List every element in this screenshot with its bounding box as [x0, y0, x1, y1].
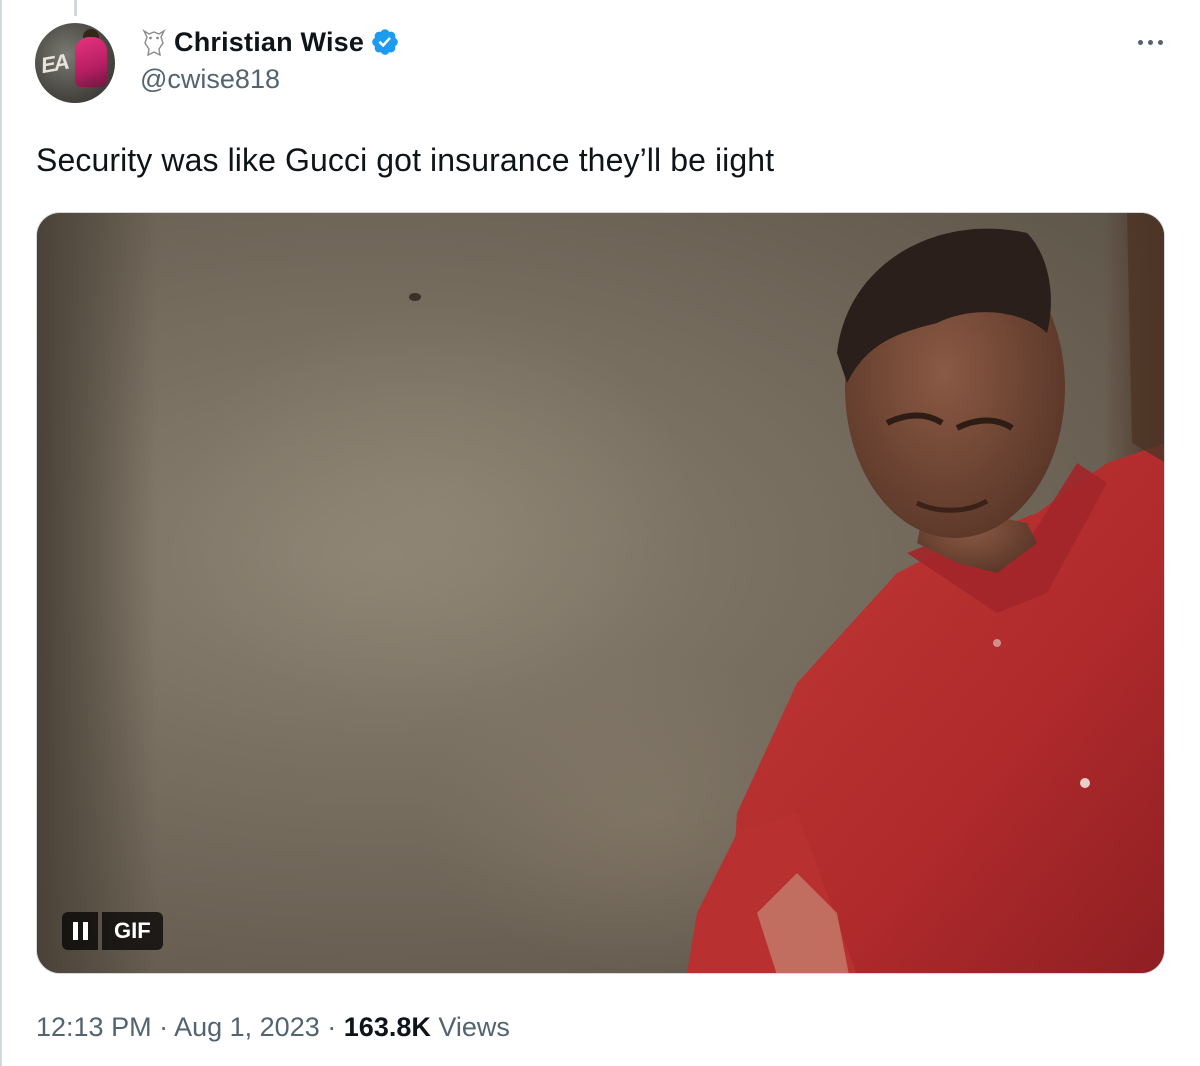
tweet-time[interactable]: 12:13 PM	[36, 1012, 152, 1042]
gif-controls: GIF	[62, 912, 163, 950]
owl-icon	[142, 29, 166, 57]
author-name-row[interactable]: Christian Wise	[140, 24, 400, 60]
thread-connector-line	[74, 0, 77, 16]
verified-badge-icon[interactable]	[370, 27, 400, 57]
views-label: Views	[438, 1012, 510, 1042]
views-count[interactable]: 163.8K	[344, 1012, 431, 1042]
gif-badge: GIF	[102, 912, 163, 950]
more-dot-icon	[1157, 39, 1163, 45]
more-dot-icon	[1137, 39, 1143, 45]
more-dot-icon	[1147, 39, 1153, 45]
avatar-figure-body	[75, 37, 107, 87]
meta-separator: ·	[159, 1012, 169, 1042]
avatar[interactable]: EA	[35, 23, 115, 103]
man-in-red-shirt-figure	[687, 213, 1164, 973]
author-handle[interactable]: @cwise818	[140, 64, 280, 95]
tweet-text: Security was like Gucci got insurance th…	[36, 142, 775, 178]
tweet-date[interactable]: Aug 1, 2023	[174, 1012, 320, 1042]
pause-icon[interactable]	[62, 912, 98, 950]
more-options-button[interactable]	[1130, 30, 1170, 54]
gif-media[interactable]	[36, 212, 1165, 974]
avatar-logo-graphic: EA	[38, 48, 70, 79]
meta-separator: ·	[327, 1012, 337, 1042]
author-display-name[interactable]: Christian Wise	[174, 27, 364, 58]
frame-border-left	[0, 0, 2, 1066]
tweet-metadata: 12:13 PM · Aug 1, 2023 · 163.8K Views	[36, 1012, 510, 1043]
